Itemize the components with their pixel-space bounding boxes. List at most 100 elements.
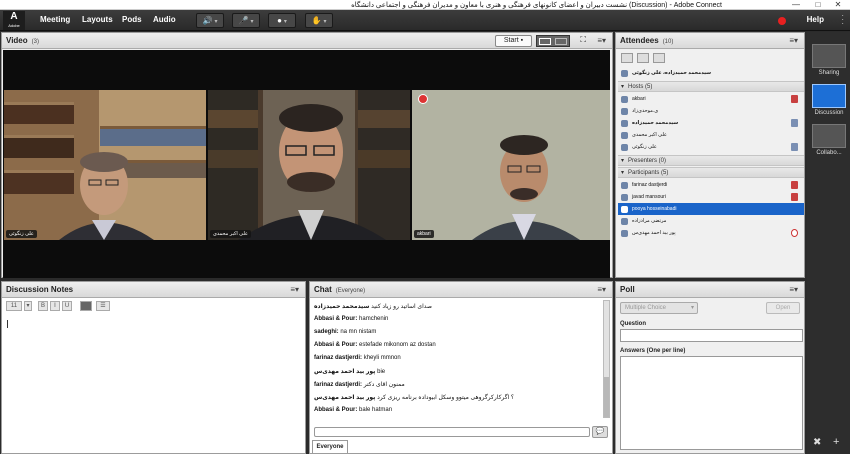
raise-hand-button[interactable]: ✋ ▾ (305, 13, 333, 28)
fullscreen-icon[interactable]: ⛶ (580, 35, 586, 45)
answers-input[interactable] (620, 356, 803, 450)
webcam-button[interactable]: ● ▾ (268, 13, 296, 28)
send-message-button[interactable]: 💬 (592, 426, 608, 438)
hand-icon: ✋ (311, 16, 322, 25)
video-pod-menu-icon[interactable]: ≡▾ (597, 36, 606, 45)
close-window-button[interactable]: ✕ (828, 0, 848, 10)
attendee-row[interactable]: سیدمحمد حمیدزاده (618, 117, 804, 129)
chat-pod-menu-icon[interactable]: ≡▾ (597, 285, 606, 294)
poll-open-button[interactable]: Open (766, 302, 800, 314)
chat-sender: Abbasi & Pour: (314, 407, 358, 413)
list-view-icon[interactable] (621, 53, 633, 63)
start-label: Start (503, 37, 519, 44)
underline-button[interactable]: U (62, 301, 72, 311)
camera-label-2: علی اکبر محمدی (210, 230, 251, 238)
attendee-name: javad mansouri (632, 194, 666, 200)
poll-type-select[interactable]: Multiple Choice ▾ (620, 302, 698, 314)
record-indicator-icon[interactable] (778, 17, 786, 25)
attendee-row[interactable]: javad mansouri (618, 191, 804, 203)
menu-meeting[interactable]: Meeting (40, 15, 70, 24)
notes-editor[interactable] (4, 316, 303, 451)
attendee-name: پور بید احمد مهدی‌س (632, 230, 676, 236)
attendee-row[interactable]: پور بید احمد مهدی‌س (618, 227, 804, 239)
poll-pod: Poll ≡▾ Multiple Choice ▾ Open Question A… (615, 281, 805, 454)
chat-text: bie (377, 369, 386, 375)
attendee-row[interactable]: مرتضی مرادزاده (618, 215, 804, 227)
video-pod-header: Video (3) Start ▪ ⛶ ≡▾ (2, 33, 612, 49)
presenter-banner: سیدمحمد حمیدزاده، علی زنگوئی (618, 67, 804, 79)
attendees-pod-menu-icon[interactable]: ≡▾ (789, 36, 798, 45)
attendee-name: مرتضی مرادزاده (632, 218, 667, 224)
italic-button[interactable]: I (50, 301, 60, 311)
logo-text: Adobe (8, 23, 20, 28)
chat-text: ؟ اگرکارکرگروهی میتوو وسکل ابیوداده برنا… (377, 395, 515, 401)
add-layout-icon[interactable]: + (833, 436, 839, 448)
mic-muted-icon (418, 94, 428, 104)
help-menu[interactable]: Help (807, 15, 824, 24)
microphone-icon: 🎤 (238, 16, 249, 25)
status-flag-icon (791, 193, 798, 201)
scroll-thumb[interactable] (604, 377, 609, 417)
text-color-button[interactable] (80, 301, 92, 311)
chat-text: bale hatman (359, 407, 393, 413)
attendee-row-selected[interactable]: pooya hosseinabadi (618, 203, 804, 215)
presenter-icon (621, 70, 628, 77)
font-size-chevron-icon[interactable]: ▾ (24, 301, 32, 311)
font-size-select[interactable]: 11 (6, 301, 22, 311)
attendees-title: Attendees (10) (620, 36, 673, 45)
more-menu-icon[interactable]: · · · (841, 12, 844, 28)
camera-feed-1: علی زنگوئی (4, 90, 206, 240)
question-input[interactable] (620, 329, 803, 342)
chat-bubble-icon: 💬 (595, 428, 605, 435)
chat-scrollbar[interactable] (603, 300, 610, 418)
layout-collaboration[interactable]: Collabo... (811, 124, 847, 156)
window-title: نشست دبیران و اعضای کانونهای فرهنگی و هن… (351, 2, 722, 9)
poll-pod-menu-icon[interactable]: ≡▾ (789, 285, 798, 294)
participants-section[interactable]: Participants (5) (618, 167, 804, 179)
hosts-section[interactable]: Hosts (5) (618, 81, 804, 93)
user-icon (621, 182, 628, 189)
attendee-row[interactable]: farinaz dastjerdi (618, 179, 804, 191)
start-webcam-button[interactable]: Start ▪ (495, 35, 532, 47)
chat-text: kheyli mmnon (363, 355, 401, 361)
filmstrip-toggle[interactable] (536, 35, 570, 47)
attendees-count: (10) (662, 39, 674, 45)
status-icon[interactable] (653, 53, 665, 63)
bullet-list-icon[interactable]: ☰ (96, 301, 110, 311)
settings-icon[interactable]: ✖ (813, 437, 821, 448)
user-icon (621, 108, 628, 115)
menu-layouts[interactable]: Layouts (82, 15, 113, 24)
notes-pod-header: Discussion Notes ≡▾ (2, 282, 305, 298)
menu-audio[interactable]: Audio (153, 15, 176, 24)
webcam-icon: ▪ (520, 37, 524, 44)
layout-discussion[interactable]: Discussion (811, 84, 847, 116)
attendees-pod-header: Attendees (10) ≡▾ (616, 33, 804, 49)
people-icon[interactable] (637, 53, 649, 63)
chevron-down-icon: ▾ (250, 19, 254, 25)
attendee-row[interactable]: علی اکبر محمدی (618, 129, 804, 141)
layout-sharing-label: Sharing (818, 70, 840, 76)
attendee-row[interactable]: akbari (618, 93, 804, 105)
attendee-name: ی.موحدی‌زاد (632, 108, 659, 114)
presenters-section[interactable]: Presenters (0) (618, 155, 804, 167)
chat-tab-everyone[interactable]: Everyone (312, 440, 348, 453)
user-icon (621, 144, 628, 151)
layout-sharing[interactable]: Sharing (811, 44, 847, 76)
chat-scope: (Everyone) (335, 288, 366, 294)
user-icon (621, 132, 628, 139)
menu-pods[interactable]: Pods (122, 15, 142, 24)
maximize-button[interactable]: □ (808, 0, 828, 10)
chat-sender: Abbasi & Pour: (314, 342, 358, 348)
microphone-button[interactable]: 🎤 ▾ (232, 13, 260, 28)
status-flag-icon (791, 181, 798, 189)
notes-pod-menu-icon[interactable]: ≡▾ (290, 285, 299, 294)
attendees-title-text: Attendees (620, 36, 659, 45)
attendee-row[interactable]: ی.موحدی‌زاد (618, 105, 804, 117)
text-cursor (7, 320, 8, 328)
attendee-row[interactable]: علی زنگوئی (618, 141, 804, 153)
speaker-button[interactable]: 🔊 ▾ (196, 13, 224, 28)
bold-button[interactable]: B (38, 301, 48, 311)
answers-label: Answers (One per line) (620, 348, 686, 354)
minimize-button[interactable]: — (786, 0, 806, 10)
chat-input[interactable] (314, 427, 590, 437)
